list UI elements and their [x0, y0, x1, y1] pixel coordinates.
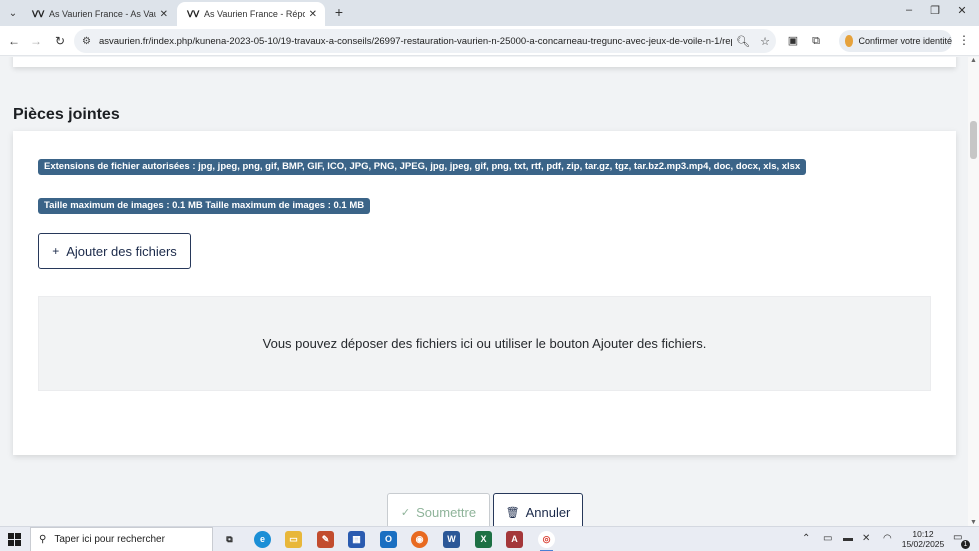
chrome-icon[interactable]: ◎ [538, 531, 555, 551]
tab-search-icon[interactable]: ⌄ [4, 4, 22, 22]
extension-icon[interactable]: ▣ [785, 33, 801, 49]
tab-title: As Vaurien France - Répondre : [204, 9, 305, 19]
search-icon: ⚲ [39, 534, 47, 545]
battery-icon[interactable]: ▬ [843, 533, 853, 544]
minimize-icon[interactable]: – [899, 4, 919, 16]
notification-count: 1 [961, 540, 970, 549]
zoom-icon[interactable]: 🔍︎ [732, 35, 754, 48]
menu-icon[interactable]: ⋮ [958, 33, 970, 47]
attachments-card: Extensions de fichier autorisées : jpg, … [13, 131, 956, 455]
close-window-icon[interactable]: ✕ [952, 4, 972, 17]
trash-icon: 🗑︎ [505, 506, 520, 519]
meet-icon[interactable]: ▭ [823, 533, 832, 544]
previous-card [13, 57, 956, 67]
vertical-scrollbar[interactable]: ▲ ▼ [968, 57, 979, 526]
avatar [845, 35, 854, 47]
max-size-badge: Taille maximum de images : 0.1 MB Taille… [38, 198, 371, 214]
puzzle-icon[interactable]: ⧉ [808, 33, 824, 49]
profile-button[interactable]: Confirmer votre identité [839, 30, 952, 52]
scroll-up-icon[interactable]: ▲ [970, 57, 977, 64]
tray-chevron-icon[interactable]: ⌃ [802, 533, 810, 544]
submit-label: Soumettre [416, 504, 477, 520]
cancel-button[interactable]: 🗑︎ Annuler [493, 493, 583, 526]
scrollbar-thumb[interactable] [970, 121, 977, 159]
add-files-button[interactable]: + Ajouter des fichiers [38, 233, 191, 269]
url-text[interactable]: asvaurien.fr/index.php/kunena-2023-05-10… [99, 36, 732, 47]
store-icon[interactable]: ▦ [348, 531, 365, 548]
tab-title: As Vaurien France - As Vaurien [49, 9, 156, 19]
star-icon[interactable]: ☆ [754, 35, 776, 48]
cancel-label: Annuler [525, 504, 571, 520]
windows-start-icon[interactable] [8, 533, 21, 546]
add-files-label: Ajouter des fichiers [66, 243, 177, 259]
check-circle-icon: ✓ [400, 506, 411, 519]
close-tab-icon[interactable]: ✕ [309, 9, 317, 20]
scroll-down-icon[interactable]: ▼ [970, 519, 977, 526]
search-placeholder: Taper ici pour rechercher [54, 534, 165, 545]
windows-taskbar: ⚲ Taper ici pour rechercher ⧉ e ▭ ✎ ▦ O … [0, 526, 979, 551]
new-tab-icon[interactable]: + [331, 4, 347, 20]
file-explorer-icon[interactable]: ▭ [285, 531, 302, 548]
taskbar-search[interactable]: ⚲ Taper ici pour rechercher [30, 527, 213, 551]
taskbar-clock[interactable]: 10:12 15/02/2025 [898, 529, 948, 549]
site-favicon-icon: ᐯᐯ [187, 8, 200, 19]
tab-2-active[interactable]: ᐯᐯ As Vaurien France - Répondre : ✕ [177, 2, 325, 26]
browser-tab-strip: ⌄ ᐯᐯ As Vaurien France - As Vaurien ✕ ᐯᐯ… [0, 0, 979, 26]
restore-icon[interactable]: ❐ [925, 4, 945, 17]
browser-toolbar: ← → ↻ ⚙ asvaurien.fr/index.php/kunena-20… [0, 26, 979, 56]
outlook-icon[interactable]: O [380, 531, 397, 548]
back-icon[interactable]: ← [5, 32, 23, 50]
profile-label: Confirmer votre identité [858, 36, 952, 46]
edge-icon[interactable]: e [254, 531, 271, 548]
access-icon[interactable]: A [506, 531, 523, 548]
page-content: Pièces jointes Extensions de fichier aut… [0, 57, 968, 526]
task-view-icon[interactable]: ⧉ [221, 531, 238, 548]
forward-icon[interactable]: → [27, 32, 45, 50]
firefox-icon[interactable]: ◉ [411, 531, 428, 548]
network-icon[interactable]: ◠ [883, 533, 892, 544]
tab-1[interactable]: ᐯᐯ As Vaurien France - As Vaurien ✕ [22, 2, 176, 26]
file-dropzone[interactable]: Vous pouvez déposer des fichiers ici ou … [38, 296, 931, 391]
close-tab-icon[interactable]: ✕ [160, 9, 168, 20]
site-info-icon[interactable]: ⚙ [82, 36, 91, 47]
time: 10:12 [912, 529, 934, 539]
allowed-extensions-badge: Extensions de fichier autorisées : jpg, … [38, 159, 807, 175]
submit-button[interactable]: ✓ Soumettre [387, 493, 490, 526]
paint-icon[interactable]: ✎ [317, 531, 334, 548]
word-icon[interactable]: W [443, 531, 460, 548]
section-title: Pièces jointes [13, 106, 120, 123]
notification-icon[interactable]: ▭ 1 [953, 532, 970, 549]
excel-icon[interactable]: X [475, 531, 492, 548]
address-bar[interactable]: ⚙ asvaurien.fr/index.php/kunena-2023-05-… [74, 29, 776, 53]
date: 15/02/2025 [901, 539, 945, 549]
plus-icon: + [52, 244, 60, 258]
dropzone-text: Vous pouvez déposer des fichiers ici ou … [262, 336, 707, 351]
reload-icon[interactable]: ↻ [51, 32, 69, 50]
site-favicon-icon: ᐯᐯ [32, 8, 45, 19]
volume-muted-icon[interactable]: ✕ [862, 533, 870, 544]
